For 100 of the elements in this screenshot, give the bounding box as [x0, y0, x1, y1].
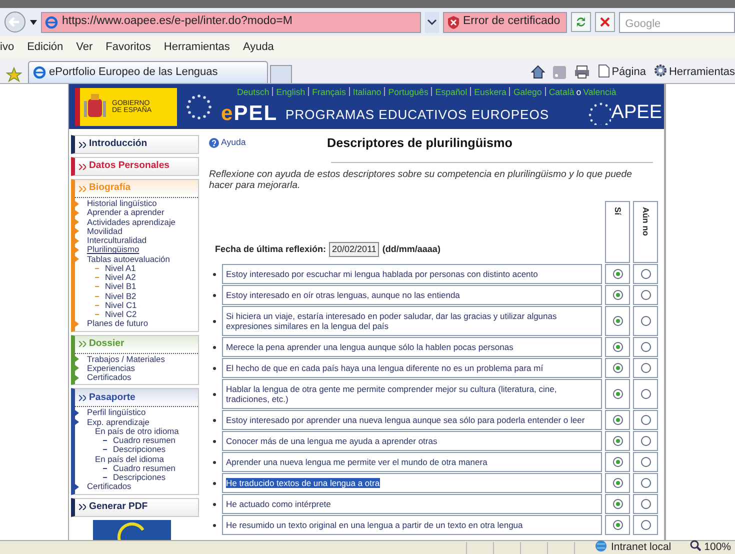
radio-button[interactable]: [640, 342, 650, 352]
sidebar-item[interactable]: Nivel A2: [75, 273, 198, 282]
language-link[interactable]: Galego: [513, 87, 542, 97]
sidebar-item[interactable]: Cuadro resumen: [75, 464, 198, 473]
menu-item[interactable]: Favoritos: [106, 38, 151, 56]
certificate-error-button[interactable]: Error de certificado: [443, 12, 568, 32]
radio-button[interactable]: [640, 520, 650, 530]
sidebar-item[interactable]: Certificados: [75, 482, 198, 492]
tools-menu[interactable]: Herramientas: [654, 64, 735, 80]
radio-button[interactable]: [612, 389, 622, 399]
menu-item[interactable]: Ver: [76, 38, 93, 56]
sidebar-item[interactable]: Interculturalidad: [75, 236, 198, 246]
menu-item[interactable]: ivo: [0, 38, 14, 56]
sidebar-item[interactable]: Certificados: [75, 373, 198, 382]
sidebar-item[interactable]: Perfil lingüístico: [75, 408, 198, 418]
page-menu[interactable]: Página: [598, 64, 646, 80]
magnifier-icon: [690, 540, 702, 551]
language-link[interactable]: Català: [548, 87, 574, 97]
radio-button[interactable]: [612, 316, 622, 326]
shield-x-icon: [447, 16, 460, 28]
radio-button[interactable]: [640, 316, 650, 326]
sidebar-item[interactable]: Planes de futuro: [75, 319, 198, 328]
radio-button[interactable]: [640, 389, 650, 399]
help-link[interactable]: Ayuda: [209, 136, 327, 150]
radio-button[interactable]: [612, 363, 622, 373]
radio-button[interactable]: [640, 499, 650, 509]
radio-button[interactable]: [612, 290, 622, 300]
sidebar-item[interactable]: Nivel B1: [75, 282, 198, 292]
section-header[interactable]: Pasaporte: [75, 389, 198, 406]
sidebar-item[interactable]: Cuadro resumen: [75, 436, 198, 446]
language-link[interactable]: English: [276, 87, 306, 97]
printer-icon[interactable]: [574, 65, 590, 79]
dash-icon: [95, 296, 99, 297]
sidebar-item[interactable]: Nivel B2: [75, 292, 198, 301]
menu-item[interactable]: Herramientas: [164, 38, 230, 56]
chevron-icon: [75, 484, 79, 490]
radio-button[interactable]: [640, 363, 650, 373]
radio-button[interactable]: [640, 478, 650, 488]
statement-cell: Estoy interesado en oír otras lenguas, aunque no las entienda: [222, 285, 602, 305]
section-header[interactable]: Introducción: [75, 136, 198, 153]
sidebar-item[interactable]: Aprender a aprender: [75, 208, 198, 218]
language-link[interactable]: Português: [388, 87, 428, 97]
caret-icon[interactable]: [30, 20, 37, 24]
radio-button[interactable]: [612, 415, 622, 425]
radio-button[interactable]: [640, 290, 650, 300]
menu-item[interactable]: Edición: [27, 38, 64, 56]
sidebar-item[interactable]: Exp. aprendizaje: [75, 418, 198, 427]
radio-button[interactable]: [640, 269, 650, 279]
menu-item[interactable]: Ayuda: [242, 38, 274, 56]
sidebar-item[interactable]: Descripciones: [75, 473, 198, 482]
security-zone: Intranet local: [595, 540, 672, 554]
radio-button[interactable]: [640, 436, 650, 446]
sidebar-item[interactable]: Nivel C2: [75, 310, 198, 320]
radio-button[interactable]: [612, 342, 622, 352]
language-link[interactable]: Deutsch: [237, 87, 270, 97]
radio-button[interactable]: [612, 457, 622, 467]
language-link[interactable]: Euskera: [474, 87, 506, 97]
stop-button[interactable]: [595, 12, 616, 32]
date-field[interactable]: 20/02/2011: [329, 242, 380, 257]
sidebar-item[interactable]: Trabajos / Materiales: [75, 354, 198, 364]
sidebar-item[interactable]: Nivel A1: [75, 264, 198, 273]
language-link[interactable]: Italiano: [352, 87, 382, 97]
radio-button[interactable]: [612, 269, 622, 279]
statement-cell: Hablar la lengua de otra gente me permite comprender mejor su cultura (literatura, cine, tradiciones, etc.): [222, 379, 602, 409]
sidebar-item[interactable]: Nivel C1: [75, 300, 198, 310]
zoom-level[interactable]: 100%: [690, 540, 731, 554]
language-link[interactable]: Valencià: [583, 87, 616, 97]
refresh-button[interactable]: [571, 12, 592, 32]
section-header[interactable]: Datos Personales: [75, 158, 198, 175]
dash-icon: [103, 449, 107, 450]
dropdown-icon[interactable]: [425, 12, 439, 32]
radio-button[interactable]: [612, 478, 622, 488]
sidebar-item[interactable]: Actividades aprendizaje: [75, 218, 198, 227]
language-link[interactable]: Français: [312, 87, 346, 97]
favorites-star-icon[interactable]: [6, 67, 22, 83]
radio-button[interactable]: [640, 457, 650, 467]
gear-icon: [654, 64, 667, 77]
page-title: Descriptores de plurilingüismo: [327, 134, 512, 152]
statement-cell: Estoy interesado por escuchar mi lengua hablada por personas con distinto acento: [222, 264, 602, 284]
address-field[interactable]: https://www.oapee.es/e-pel/inter.do?modo=M: [41, 12, 421, 32]
dash-icon: [103, 440, 107, 442]
dash-icon: [95, 286, 99, 288]
sidebar-item[interactable]: Tablas autoevaluación: [75, 254, 198, 264]
home-icon[interactable]: [530, 65, 545, 79]
radio-button[interactable]: [640, 415, 650, 425]
radio-button[interactable]: [612, 520, 622, 530]
statement-cell: El hecho de que en cada país haya una lengua diferente no es un problema para mí: [222, 358, 602, 378]
sidebar-item[interactable]: Experiencias: [75, 364, 198, 373]
sidebar-item[interactable]: En país del idioma: [75, 454, 198, 464]
sidebar-item[interactable]: En país de otro idioma: [75, 426, 198, 436]
radio-button[interactable]: [612, 436, 622, 446]
chevron-icon: [75, 320, 79, 327]
browser-tab[interactable]: ePortfolio Europeo de las Lenguas: [28, 61, 268, 83]
sidebar-item[interactable]: Historial lingüístico: [75, 199, 198, 208]
sidebar-item[interactable]: Movilidad: [75, 226, 198, 236]
sidebar-item[interactable]: Plurilingüismo: [75, 245, 198, 254]
help-icon: [209, 138, 219, 148]
sidebar-item[interactable]: Descripciones: [75, 445, 198, 454]
radio-button[interactable]: [612, 499, 622, 509]
language-link[interactable]: Español: [435, 87, 468, 97]
